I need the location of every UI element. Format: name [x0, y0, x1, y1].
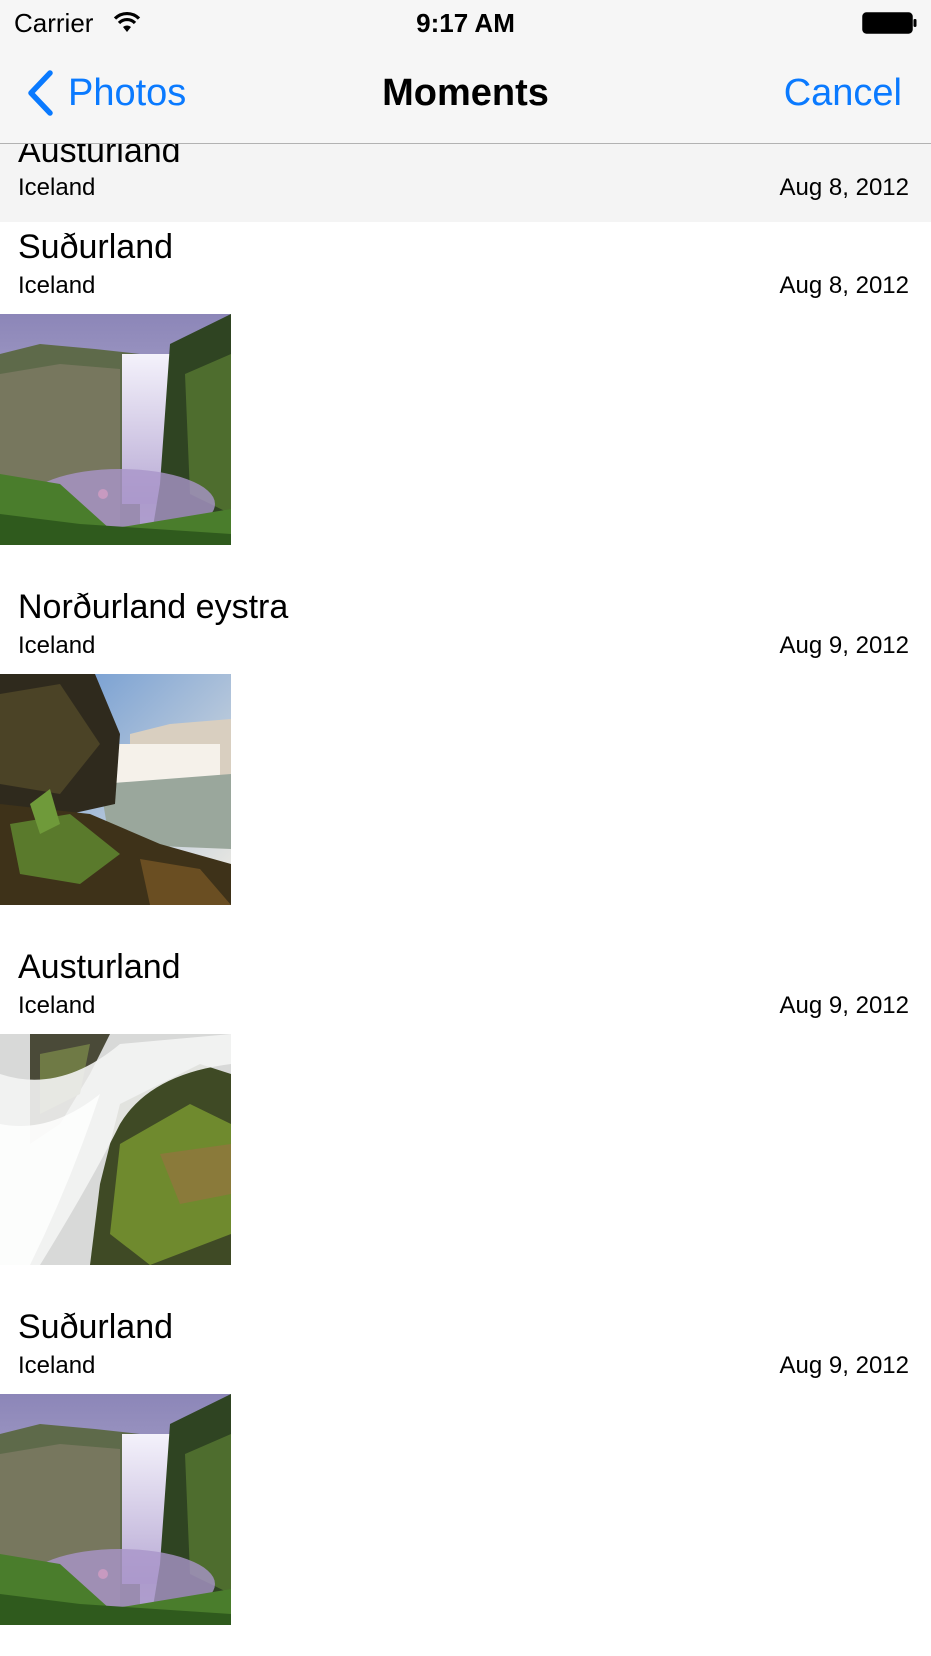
waterfall-photo — [0, 674, 231, 905]
waterfall-photo — [0, 1034, 231, 1265]
moment-title: Austurland — [18, 948, 181, 986]
moment-title: Austurland — [18, 144, 181, 170]
nav-bar: Photos Moments Cancel — [0, 44, 931, 144]
moment-date: Aug 8, 2012 — [779, 272, 909, 299]
moment-date: Aug 9, 2012 — [779, 1352, 909, 1379]
status-bar: Carrier 9:17 AM — [0, 0, 931, 44]
photo-moments-screen: Austurland Iceland Aug 8, 2012 Suðurland… — [0, 0, 931, 1656]
cancel-button[interactable]: Cancel — [784, 72, 902, 115]
moment-title: Suðurland — [18, 228, 174, 266]
moment-location: Iceland — [18, 272, 96, 299]
navigation-header: Carrier 9:17 AM Photos Moments Cancel — [0, 0, 931, 144]
moment-section-header: Austurland Iceland Aug 8, 2012 — [0, 144, 931, 222]
waterfall-photo — [0, 314, 231, 545]
photo-thumbnail[interactable] — [0, 314, 231, 545]
status-time: 9:17 AM — [416, 8, 515, 38]
moment-section: Suðurland Iceland Aug 8, 2012 — [0, 228, 931, 588]
photo-thumbnail[interactable] — [0, 1034, 231, 1265]
moment-title: Norðurland eystra — [18, 588, 289, 626]
moment-date: Aug 9, 2012 — [779, 992, 909, 1019]
moment-date: Aug 8, 2012 — [779, 174, 909, 201]
moment-section: Suðurland Iceland Aug 9, 2012 — [0, 1308, 931, 1656]
moment-location: Iceland — [18, 992, 96, 1019]
battery-icon — [862, 12, 917, 34]
photo-thumbnail[interactable] — [0, 674, 231, 905]
moment-location: Iceland — [18, 632, 96, 659]
moment-section: Norðurland eystra Iceland Aug 9, 2012 — [0, 588, 931, 948]
moment-title: Suðurland — [18, 1308, 174, 1346]
moment-section: Austurland Iceland Aug 9, 2012 — [0, 948, 931, 1308]
waterfall-photo — [0, 1394, 231, 1625]
moment-location: Iceland — [18, 1352, 96, 1379]
moment-location: Iceland — [18, 174, 96, 201]
photo-thumbnail[interactable] — [0, 1394, 231, 1625]
moment-date: Aug 9, 2012 — [779, 632, 909, 659]
